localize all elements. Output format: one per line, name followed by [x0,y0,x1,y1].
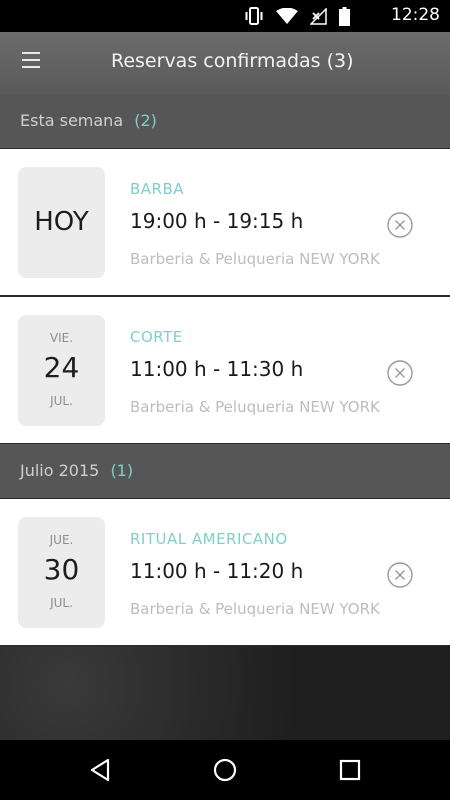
date-weekday: JUE. [49,533,74,547]
status-icons [244,6,350,26]
hamburger-icon [22,52,44,68]
date-month: JUL. [50,394,73,408]
booking-card[interactable]: HOY BARBA 19:00 h - 19:15 h Barberia & P… [0,149,450,295]
section-count: (2) [134,111,157,130]
date-day: 24 [43,351,80,384]
home-circle-icon[interactable] [211,756,239,784]
wifi-icon [276,7,298,24]
venue-name: Barberia & Peluqueria NEW YORK [130,250,380,268]
date-weekday: VIE. [49,331,74,345]
recents-square-icon[interactable] [336,756,364,784]
section-count: (1) [110,461,134,480]
back-triangle-icon[interactable] [86,756,114,784]
no-signal-icon [310,7,327,25]
status-bar: 12:28 [0,0,450,32]
cancel-circle-icon[interactable] [386,359,414,387]
navigation-bar [0,740,450,800]
menu-button[interactable] [22,52,44,74]
date-today-label: HOY [34,207,89,237]
date-box: JUE. 30 JUL. [18,517,105,628]
service-name: RITUAL AMERICANO [130,530,288,548]
date-month: JUL. [50,596,73,610]
background-image [0,646,450,740]
status-time: 12:28 [391,5,440,25]
time-range: 11:00 h - 11:20 h [130,559,304,583]
time-range: 11:00 h - 11:30 h [130,357,304,381]
time-range: 19:00 h - 19:15 h [130,209,304,233]
section-header-july-2015: Julio 2015 (1) [0,444,450,498]
service-name: CORTE [130,328,183,346]
venue-name: Barberia & Peluqueria NEW YORK [130,600,380,618]
vibrate-icon [245,7,263,25]
booking-card[interactable]: JUE. 30 JUL. RITUAL AMERICANO 11:00 h - … [0,499,450,645]
cancel-circle-icon[interactable] [386,561,414,589]
section-label: Julio 2015 [20,461,100,480]
battery-icon [339,6,350,26]
venue-name: Barberia & Peluqueria NEW YORK [130,398,380,416]
date-box: VIE. 24 JUL. [18,315,105,426]
app-bar: Reservas confirmadas (3) [0,32,450,94]
cancel-circle-icon[interactable] [386,211,414,239]
section-header-this-week: Esta semana (2) [0,94,450,148]
page-title: Reservas confirmadas (3) [111,50,354,72]
date-box: HOY [18,167,105,278]
date-day: 30 [43,553,80,586]
booking-card[interactable]: VIE. 24 JUL. CORTE 11:00 h - 11:30 h Bar… [0,297,450,443]
service-name: BARBA [130,180,185,198]
section-label: Esta semana [20,111,124,130]
